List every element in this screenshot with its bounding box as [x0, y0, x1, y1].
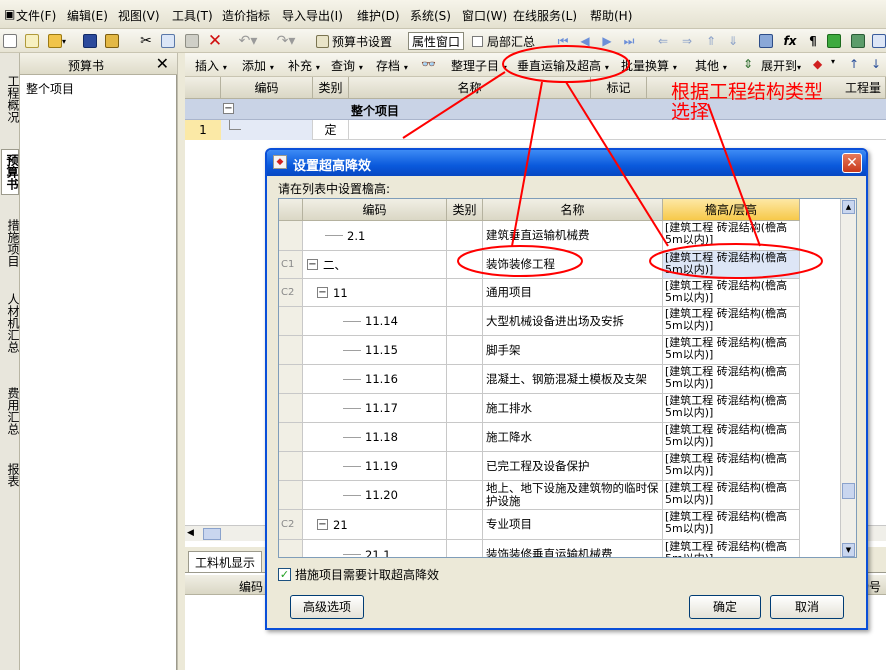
arrow-line-2 [565, 81, 669, 247]
annotation-line-2: 选择 [671, 101, 710, 123]
annotation-line-1: 根据工程结构类型 [671, 81, 824, 103]
highlight-ellipse-height [649, 243, 823, 279]
arrow-line-4 [707, 103, 761, 247]
highlight-ellipse-name [457, 245, 583, 277]
arrow-line-3 [402, 71, 506, 139]
arrow-line-1 [511, 81, 543, 247]
highlight-ellipse-menu [502, 45, 630, 83]
